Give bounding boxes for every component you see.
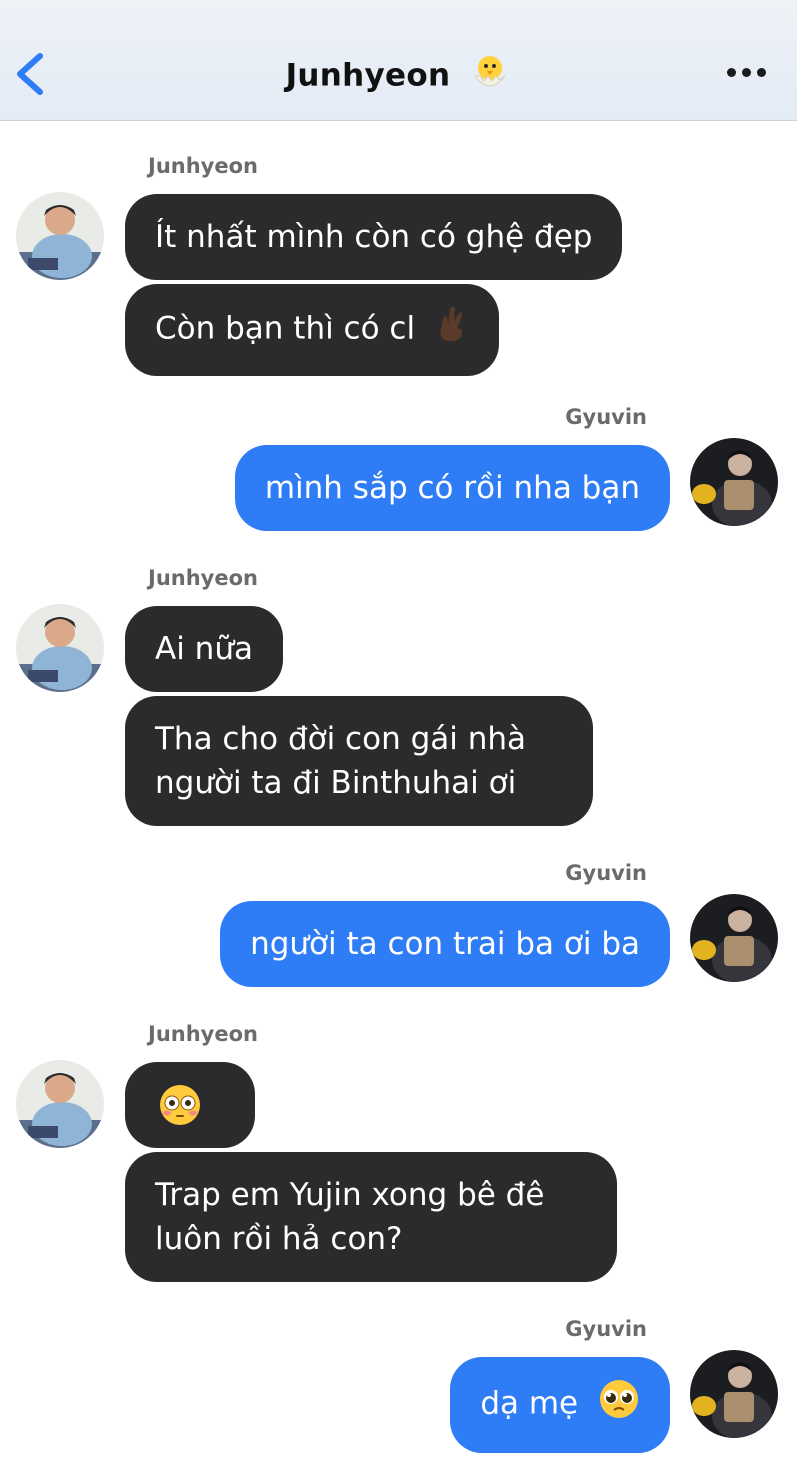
avatar-junhyeon[interactable] [16, 1060, 104, 1148]
message-bubble[interactable] [125, 1062, 255, 1148]
message-bubble[interactable]: người ta con trai ba ơi ba [220, 901, 670, 987]
message-bubble[interactable]: Ai nữa [125, 606, 283, 692]
profile-photo [16, 1060, 104, 1148]
sender-name: Junhyeon [148, 566, 258, 590]
message-bubble[interactable]: Còn bạn thì có cl [125, 284, 499, 376]
message-bubble[interactable]: Ít nhất mình còn có ghệ đẹp [125, 194, 623, 280]
pleading-face-icon [598, 1378, 640, 1432]
avatar-gyuvin[interactable] [690, 894, 778, 982]
message-bubble[interactable]: dạ mẹ [450, 1357, 670, 1453]
message-bubble[interactable]: mình sắp có rồi nha bạn [234, 445, 670, 531]
sender-name: Gyuvin [565, 861, 647, 885]
hatching-chick-icon [469, 52, 511, 102]
avatar-gyuvin[interactable] [690, 1350, 778, 1438]
message-text: người ta con trai ba ơi ba [250, 926, 640, 962]
chat-header: Junhyeon [0, 0, 797, 121]
profile-photo [690, 1350, 778, 1438]
fingers-crossed-icon [435, 305, 469, 355]
chat-title[interactable]: Junhyeon [0, 52, 797, 102]
contact-name: Junhyeon [285, 57, 451, 94]
message-text: Tha cho đời con gái nhà người ta đi Bint… [155, 721, 527, 801]
sender-name: Gyuvin [565, 405, 647, 429]
more-dot-icon [727, 68, 736, 77]
profile-photo [690, 438, 778, 526]
message-text: Trap em Yujin xong bê đê luôn rồi hả con… [155, 1177, 545, 1257]
message-text: mình sắp có rồi nha bạn [264, 470, 640, 506]
message-text: Ít nhất mình còn có ghệ đẹp [155, 219, 593, 255]
flushed-face-icon [158, 1083, 202, 1139]
message-bubble[interactable]: Trap em Yujin xong bê đê luôn rồi hả con… [125, 1152, 617, 1282]
sender-name: Junhyeon [148, 1022, 258, 1046]
more-dot-icon [742, 68, 751, 77]
sender-name: Gyuvin [565, 1317, 647, 1341]
message-thread[interactable]: Junhyeon Ít nhất mình còn có ghệ đẹp Còn… [0, 122, 797, 1461]
profile-photo [16, 192, 104, 280]
message-text: Ai nữa [155, 631, 253, 667]
more-dot-icon [757, 68, 766, 77]
message-bubble[interactable]: Tha cho đời con gái nhà người ta đi Bint… [125, 696, 593, 826]
avatar-junhyeon[interactable] [16, 604, 104, 692]
message-text: dạ mẹ [480, 1385, 579, 1422]
avatar-gyuvin[interactable] [690, 438, 778, 526]
message-text: Còn bạn thì có cl [155, 310, 416, 347]
profile-photo [16, 604, 104, 692]
sender-name: Junhyeon [148, 154, 258, 178]
more-options-button[interactable] [727, 66, 767, 80]
profile-photo [690, 894, 778, 982]
avatar-junhyeon[interactable] [16, 192, 104, 280]
